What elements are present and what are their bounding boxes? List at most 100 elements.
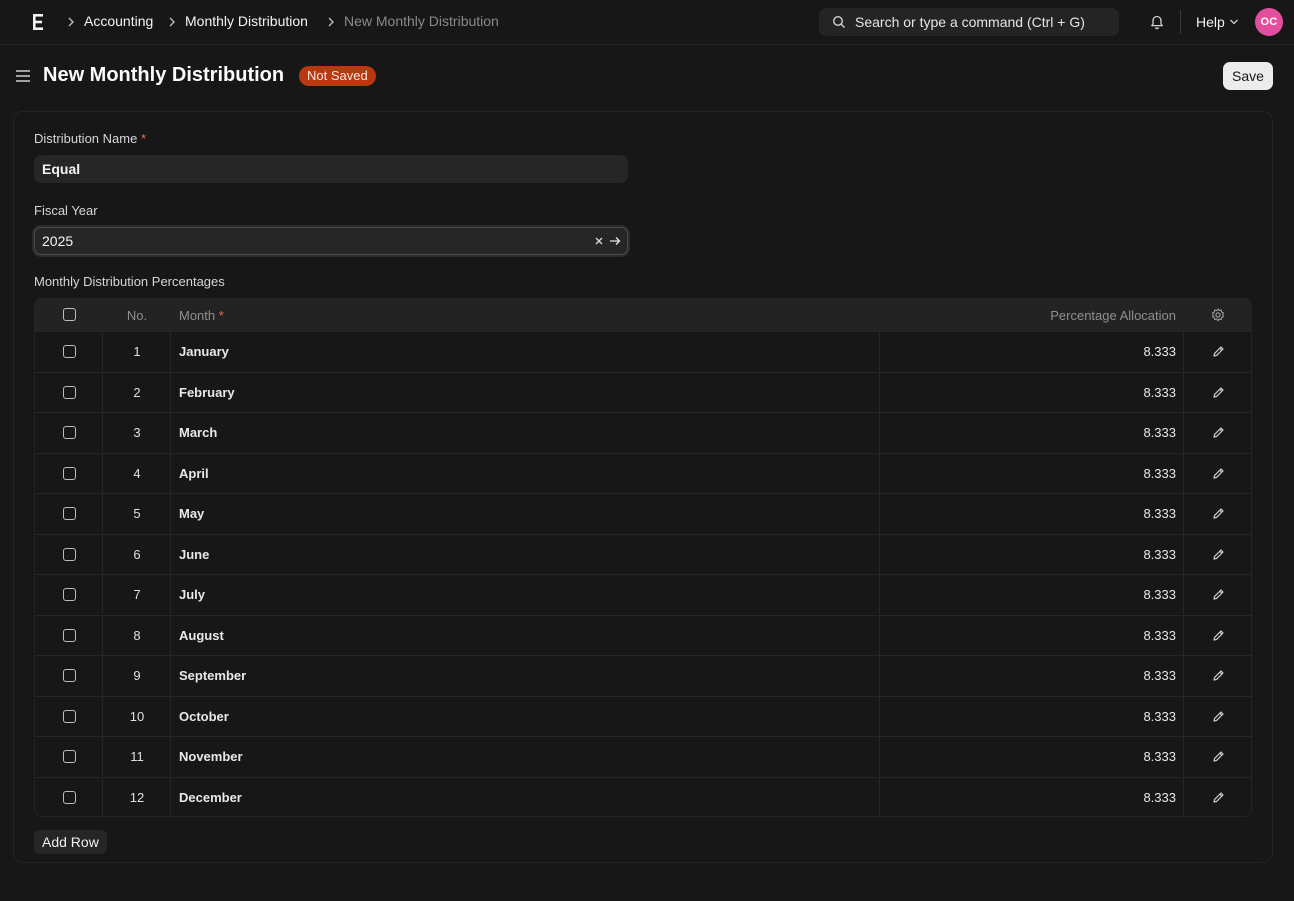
edit-icon[interactable] [1212,507,1225,520]
app-logo-icon[interactable] [31,12,47,32]
search-bar[interactable]: Search or type a command (Ctrl + G) [819,8,1119,36]
month-cell[interactable]: September [179,668,246,683]
month-cell[interactable]: July [179,587,205,602]
cell-divider [879,453,880,493]
table-row[interactable]: 5 May 8.333 [35,493,1251,533]
row-checkbox[interactable] [63,709,76,723]
breadcrumb-monthly-distribution[interactable]: Monthly Distribution [185,13,308,29]
table-row[interactable]: 7 July 8.333 [35,574,1251,614]
table-row[interactable]: 8 August 8.333 [35,614,1251,655]
select-all-checkbox[interactable] [63,308,76,321]
table-header: No. Month * Percentage Allocation [35,299,1251,331]
percentage-cell[interactable]: 8.333 [881,587,1176,602]
table-row[interactable]: 10 October 8.333 [35,695,1251,736]
cell-divider [879,615,880,655]
row-checkbox[interactable] [63,750,76,763]
cell-divider [1183,777,1184,816]
edit-icon[interactable] [1212,386,1225,399]
clear-icon[interactable] [594,236,604,246]
edit-icon[interactable] [1212,345,1225,358]
month-cell[interactable]: May [179,506,204,521]
edit-icon[interactable] [1212,629,1225,642]
cell-divider [1183,534,1184,574]
edit-icon[interactable] [1212,548,1225,561]
month-cell[interactable]: June [179,547,209,562]
row-checkbox[interactable] [63,669,76,682]
percentage-cell[interactable]: 8.333 [881,790,1176,805]
month-cell[interactable]: February [179,385,235,400]
month-cell[interactable]: December [179,790,242,805]
edit-icon[interactable] [1212,426,1225,439]
row-checkbox[interactable] [63,628,76,642]
search-icon [832,15,845,28]
table-row[interactable]: 12 December 8.333 [35,776,1251,816]
percentage-cell[interactable]: 8.333 [881,385,1176,400]
edit-icon[interactable] [1212,588,1225,601]
table-row[interactable]: 6 June 8.333 [35,533,1251,574]
cell-divider [1183,494,1184,533]
arrow-right-icon[interactable] [609,236,621,246]
percentage-cell[interactable]: 8.333 [881,749,1176,764]
add-row-button[interactable]: Add Row [34,830,107,854]
distribution-name-field[interactable]: Equal [34,155,628,183]
help-menu[interactable]: Help [1196,14,1225,30]
table-row[interactable]: 3 March 8.333 [35,412,1251,452]
percentage-cell[interactable]: 8.333 [881,506,1176,521]
month-cell[interactable]: March [179,425,217,440]
month-cell[interactable]: August [179,628,224,643]
row-checkbox[interactable] [63,426,76,439]
row-checkbox[interactable] [63,588,76,601]
table-row[interactable]: 9 September 8.333 [35,655,1251,695]
chevron-down-icon[interactable] [1229,18,1239,26]
row-number: 1 [133,344,141,359]
percentage-cell[interactable]: 8.333 [881,628,1176,643]
percentage-cell[interactable]: 8.333 [881,344,1176,359]
edit-icon[interactable] [1212,791,1225,804]
avatar[interactable]: OC [1255,8,1283,36]
distribution-name-label: Distribution Name * [34,131,147,146]
month-cell[interactable]: April [179,466,209,481]
gear-icon[interactable] [1211,308,1225,322]
row-checkbox[interactable] [63,547,76,561]
cell-divider [879,534,880,574]
column-percentage: Percentage Allocation [1050,308,1176,323]
save-button[interactable]: Save [1223,62,1273,90]
row-number: 6 [133,546,141,562]
row-number: 5 [133,506,141,521]
table-row[interactable]: 2 February 8.333 [35,371,1251,412]
month-cell[interactable]: November [179,749,243,764]
bell-icon[interactable] [1149,13,1165,30]
month-cell[interactable]: October [179,709,229,724]
fiscal-year-field[interactable]: 2025 [34,227,628,255]
hamburger-icon[interactable] [16,69,30,83]
row-checkbox[interactable] [63,345,76,358]
table-row[interactable]: 11 November 8.333 [35,736,1251,776]
row-checkbox[interactable] [63,790,76,804]
cell-divider [879,372,880,412]
row-checkbox[interactable] [63,507,76,520]
percentage-cell[interactable]: 8.333 [881,425,1176,440]
row-checkbox[interactable] [63,466,76,480]
percentage-cell[interactable]: 8.333 [881,547,1176,562]
cell-divider [1183,656,1184,695]
table-row[interactable]: 4 April 8.333 [35,452,1251,493]
edit-icon[interactable] [1212,669,1225,682]
distribution-table: No. Month * Percentage Allocation 1 Janua… [34,298,1252,817]
cell-divider [879,494,880,533]
chevron-right-icon [328,17,334,27]
edit-icon[interactable] [1212,467,1225,480]
percentage-cell[interactable]: 8.333 [881,668,1176,683]
row-number: 2 [133,384,141,400]
chevron-right-icon [169,17,175,27]
row-checkbox[interactable] [63,385,76,399]
edit-icon[interactable] [1212,710,1225,723]
row-number: 10 [129,708,145,724]
table-row[interactable]: 1 January 8.333 [35,331,1251,371]
cell-divider [879,737,880,776]
percentage-cell[interactable]: 8.333 [881,466,1176,481]
cell-divider [879,575,880,614]
edit-icon[interactable] [1212,750,1225,763]
breadcrumb-accounting[interactable]: Accounting [84,13,153,29]
month-cell[interactable]: January [179,344,229,359]
percentage-cell[interactable]: 8.333 [881,709,1176,724]
